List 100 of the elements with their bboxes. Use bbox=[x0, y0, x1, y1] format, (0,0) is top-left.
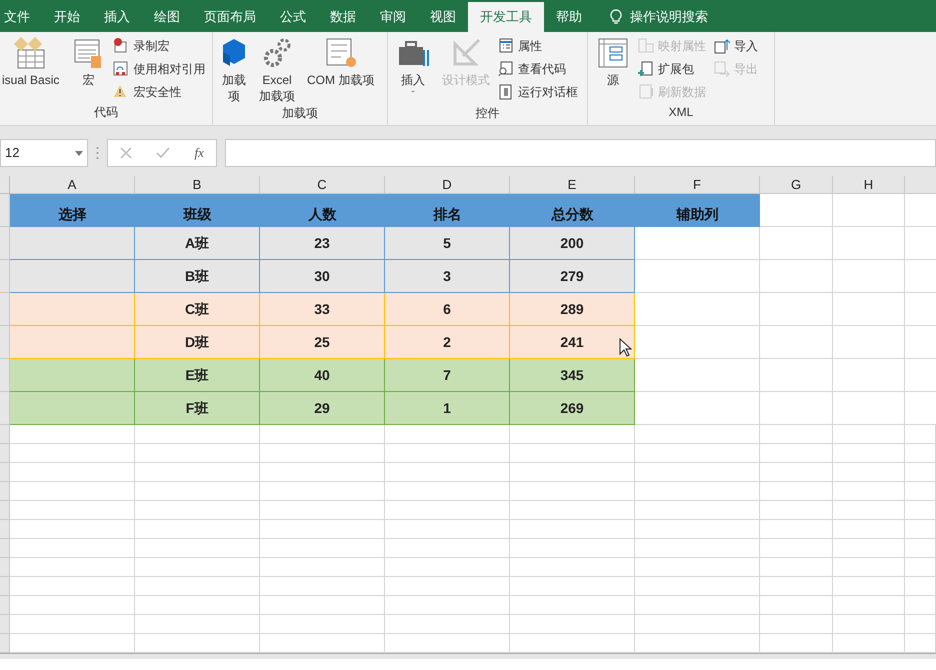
ribbon-tab[interactable]: 帮助 bbox=[544, 2, 594, 32]
column-header[interactable]: B bbox=[135, 176, 260, 194]
row-header[interactable] bbox=[0, 482, 10, 501]
empty-cell[interactable] bbox=[385, 482, 510, 501]
empty-cell[interactable] bbox=[760, 463, 833, 482]
empty-cell[interactable] bbox=[135, 444, 260, 463]
empty-cell[interactable] bbox=[833, 577, 905, 596]
empty-cell[interactable] bbox=[385, 425, 510, 444]
row-header[interactable] bbox=[0, 227, 10, 260]
empty-cell[interactable] bbox=[833, 260, 905, 293]
row-header[interactable] bbox=[0, 539, 10, 558]
ribbon-button[interactable]: 宏安全性 bbox=[113, 82, 206, 102]
empty-cell[interactable] bbox=[510, 425, 635, 444]
empty-cell[interactable] bbox=[385, 463, 510, 482]
row-header[interactable] bbox=[0, 260, 10, 293]
empty-cell[interactable] bbox=[905, 577, 936, 596]
ribbon-tab[interactable]: 数据 bbox=[318, 2, 368, 32]
empty-cell[interactable] bbox=[260, 520, 385, 539]
empty-cell[interactable] bbox=[635, 501, 760, 520]
empty-cell[interactable] bbox=[385, 444, 510, 463]
empty-cell[interactable] bbox=[385, 596, 510, 615]
tell-me-search[interactable]: 操作说明搜索 bbox=[630, 7, 708, 27]
empty-cell[interactable] bbox=[260, 539, 385, 558]
row-header[interactable] bbox=[0, 463, 10, 482]
row-header[interactable] bbox=[0, 326, 10, 359]
empty-cell[interactable] bbox=[260, 444, 385, 463]
ribbon-button[interactable]: 查看代码 bbox=[498, 59, 578, 79]
row-header[interactable] bbox=[0, 634, 10, 653]
empty-cell[interactable] bbox=[760, 444, 833, 463]
column-header[interactable]: C bbox=[260, 176, 385, 194]
empty-cell[interactable] bbox=[760, 227, 833, 260]
empty-cell[interactable] bbox=[135, 425, 260, 444]
row-header[interactable] bbox=[0, 392, 10, 425]
empty-cell[interactable] bbox=[510, 577, 635, 596]
empty-cell[interactable] bbox=[135, 501, 260, 520]
empty-cell[interactable] bbox=[635, 577, 760, 596]
empty-cell[interactable] bbox=[260, 482, 385, 501]
ribbon-button[interactable]: isual Basic bbox=[0, 36, 64, 88]
empty-cell[interactable] bbox=[833, 392, 905, 425]
ribbon-tab[interactable]: 审阅 bbox=[368, 2, 418, 32]
empty-cell[interactable] bbox=[760, 520, 833, 539]
ribbon-button[interactable]: 加载项 bbox=[217, 36, 251, 104]
select-all-corner[interactable] bbox=[0, 176, 10, 194]
empty-cell[interactable] bbox=[833, 596, 905, 615]
column-header[interactable]: D bbox=[385, 176, 510, 194]
empty-cell[interactable] bbox=[760, 558, 833, 577]
ribbon-button[interactable]: 运行对话框 bbox=[498, 82, 578, 102]
empty-cell[interactable] bbox=[635, 463, 760, 482]
empty-cell[interactable] bbox=[833, 482, 905, 501]
empty-cell[interactable] bbox=[760, 501, 833, 520]
empty-cell[interactable] bbox=[833, 539, 905, 558]
empty-cell[interactable] bbox=[510, 615, 635, 634]
column-header[interactable]: A bbox=[10, 176, 135, 194]
empty-cell[interactable] bbox=[833, 293, 905, 326]
ribbon-button[interactable]: 导入 bbox=[714, 36, 758, 56]
row-header[interactable] bbox=[0, 293, 10, 326]
empty-cell[interactable] bbox=[135, 615, 260, 634]
row-header[interactable] bbox=[0, 194, 10, 227]
empty-cell[interactable] bbox=[905, 520, 936, 539]
name-box[interactable]: 12 bbox=[0, 139, 88, 167]
empty-cell[interactable] bbox=[510, 444, 635, 463]
cancel-icon[interactable] bbox=[120, 147, 132, 159]
empty-cell[interactable] bbox=[260, 501, 385, 520]
ribbon-tab[interactable]: 开发工具 bbox=[468, 2, 544, 32]
empty-cell[interactable] bbox=[635, 444, 760, 463]
empty-cell[interactable] bbox=[760, 326, 833, 359]
row-header[interactable] bbox=[0, 444, 10, 463]
row-header[interactable] bbox=[0, 520, 10, 539]
empty-cell[interactable] bbox=[635, 520, 760, 539]
empty-cell[interactable] bbox=[260, 558, 385, 577]
ribbon-tab[interactable]: 插入 bbox=[92, 2, 142, 32]
empty-cell[interactable] bbox=[905, 501, 936, 520]
empty-cell[interactable] bbox=[135, 596, 260, 615]
ribbon-button[interactable]: 使用相对引用 bbox=[113, 59, 206, 79]
column-header[interactable]: F bbox=[635, 176, 760, 194]
empty-cell[interactable] bbox=[510, 596, 635, 615]
empty-cell[interactable] bbox=[833, 444, 905, 463]
empty-cell[interactable] bbox=[510, 482, 635, 501]
empty-cell[interactable] bbox=[635, 615, 760, 634]
row-header[interactable] bbox=[0, 558, 10, 577]
empty-cell[interactable] bbox=[385, 558, 510, 577]
empty-cell[interactable] bbox=[135, 558, 260, 577]
empty-cell[interactable] bbox=[760, 596, 833, 615]
ribbon-tab[interactable]: 开始 bbox=[42, 2, 92, 32]
empty-cell[interactable] bbox=[510, 558, 635, 577]
empty-cell[interactable] bbox=[510, 520, 635, 539]
empty-cell[interactable] bbox=[385, 577, 510, 596]
row-header[interactable] bbox=[0, 596, 10, 615]
empty-cell[interactable] bbox=[760, 293, 833, 326]
empty-cell[interactable] bbox=[905, 558, 936, 577]
empty-cell[interactable] bbox=[905, 425, 936, 444]
empty-cell[interactable] bbox=[760, 425, 833, 444]
empty-cell[interactable] bbox=[760, 539, 833, 558]
empty-cell[interactable] bbox=[385, 615, 510, 634]
row-header[interactable] bbox=[0, 577, 10, 596]
empty-cell[interactable] bbox=[760, 577, 833, 596]
empty-cell[interactable] bbox=[905, 615, 936, 634]
empty-cell[interactable] bbox=[905, 482, 936, 501]
empty-cell[interactable] bbox=[833, 359, 905, 392]
ribbon-button[interactable]: 扩展包 bbox=[638, 59, 706, 79]
